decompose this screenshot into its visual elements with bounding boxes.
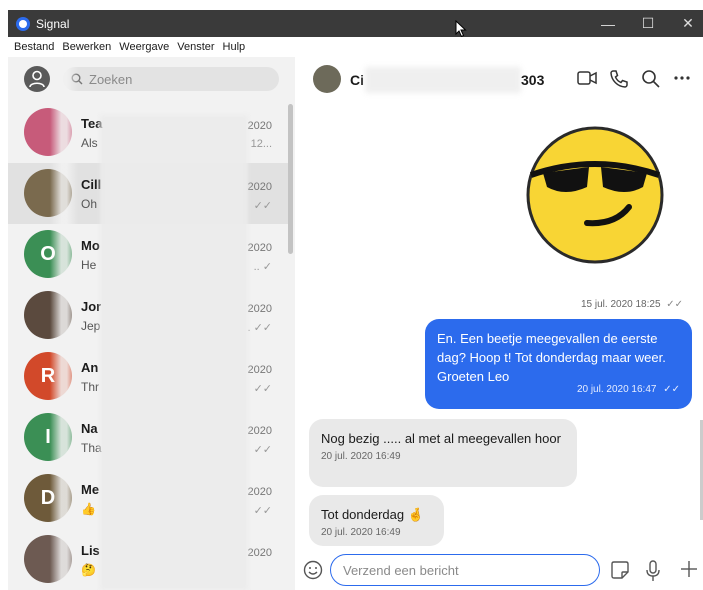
contact-avatar[interactable] — [313, 65, 341, 93]
conversation-date: 2020 — [247, 486, 272, 498]
conversation-date: 2020 — [247, 425, 272, 437]
emoji-icon[interactable] — [303, 560, 323, 580]
conversation-snippet: Jep — [81, 319, 101, 333]
close-button[interactable]: ✕ — [668, 10, 703, 37]
redaction-blur — [50, 57, 78, 590]
message-composer: Verzend een bericht — [295, 552, 703, 590]
conversation-date: 2020 — [247, 303, 272, 315]
message-time: 20 jul. 2020 16:49 — [321, 451, 401, 462]
window-title: Signal — [36, 16, 70, 31]
conversation-name: Jor — [81, 299, 102, 314]
conversation-snippet: Als — [81, 136, 98, 150]
sunglasses-sticker[interactable] — [525, 125, 665, 265]
menu-view[interactable]: Weergave — [119, 41, 169, 53]
contact-name[interactable]: Ci — [350, 72, 364, 88]
conversation-status: ✓✓ — [253, 383, 272, 395]
outgoing-message[interactable]: En. Een beetje meegevallen de eerste dag… — [425, 319, 692, 409]
conversation-date: 2020 — [247, 364, 272, 376]
message-input[interactable]: Verzend een bericht — [330, 554, 600, 586]
phone-icon[interactable] — [609, 69, 629, 89]
conversation-status: .. ✓ — [253, 261, 272, 273]
sticker-icon[interactable] — [610, 560, 630, 580]
profile-avatar[interactable] — [24, 66, 50, 92]
more-icon[interactable] — [673, 75, 691, 81]
menu-edit[interactable]: Bewerken — [62, 41, 111, 53]
conversation-status: ✓✓ — [253, 505, 272, 517]
conversation-snippet: Thr — [81, 380, 99, 394]
conversation-sidebar: Zoeken Tea Als 2020 12... Cill Oh 2020 ✓✓ O Mo He 2… — [8, 57, 295, 590]
menu-window[interactable]: Venster — [177, 41, 214, 53]
message-text: En. Een beetje meegevallen de eerste dag… — [437, 331, 666, 384]
conversation-status: 12... — [250, 138, 272, 150]
search-placeholder: Zoeken — [89, 71, 133, 87]
conversation-snippet: 🤔 — [81, 563, 96, 577]
maximize-button[interactable]: ☐ — [628, 10, 668, 37]
message-time-text: 20 jul. 2020 16:47 — [576, 384, 657, 395]
minimize-button[interactable]: — — [588, 10, 628, 37]
conversation-snippet: Oh — [81, 197, 98, 211]
conversation-snippet: 👍 — [81, 502, 96, 516]
chat-header: Ci 303 — [295, 57, 703, 102]
avatar-placeholder-icon — [29, 70, 45, 88]
message-time: 20 jul. 2020 16:47 ✓✓ — [577, 380, 680, 399]
conversation-status: ✓✓ — [253, 200, 272, 212]
message-time: 20 jul. 2020 16:49 — [321, 527, 401, 538]
plus-icon[interactable] — [680, 560, 698, 578]
conversation-date: 2020 — [247, 120, 272, 132]
conversation-date: 2020 — [247, 242, 272, 254]
sticker-timestamp: 15 jul. 2020 18:25 ✓✓ — [581, 299, 683, 310]
incoming-message[interactable]: Tot donderdag 🤞 20 jul. 2020 16:49 — [309, 495, 444, 546]
redaction-blur — [100, 115, 248, 590]
sticker-timestamp-text: 15 jul. 2020 18:25 — [581, 299, 661, 310]
conversation-name: Lis — [81, 543, 100, 558]
message-text: Nog bezig ..... al met al meegevallen ho… — [321, 431, 561, 446]
read-receipt-icon: ✓✓ — [663, 384, 680, 395]
contact-name-suffix: 303 — [521, 72, 545, 88]
conversation-status: . ✓✓ — [247, 322, 272, 334]
conversation-date: 2020 — [247, 547, 272, 559]
title-bar: Signal — ☐ ✕ — [8, 10, 703, 37]
menu-help[interactable]: Hulp — [223, 41, 246, 53]
microphone-icon[interactable] — [645, 560, 661, 582]
sidebar-scrollbar[interactable] — [288, 104, 293, 254]
conversation-snippet: Tha — [81, 441, 102, 455]
conversation-name: Mo — [81, 238, 100, 253]
message-text: Tot donderdag 🤞 — [321, 507, 424, 522]
read-receipt-icon: ✓✓ — [666, 299, 684, 310]
conversation-snippet: He — [81, 258, 97, 272]
signal-logo-icon — [16, 16, 30, 31]
conversation-status: ✓✓ — [253, 444, 272, 456]
message-input-placeholder: Verzend een bericht — [343, 562, 459, 578]
conversation-name: Na — [81, 421, 98, 436]
menu-bar: Bestand Bewerken Weergave Venster Hulp — [8, 37, 703, 57]
incoming-message[interactable]: Nog bezig ..... al met al meegevallen ho… — [309, 419, 577, 487]
video-call-icon[interactable] — [577, 69, 597, 87]
conversation-name: An — [81, 360, 99, 375]
search-input[interactable]: Zoeken — [63, 67, 279, 91]
chat-panel: Ci 303 15 jul. 2020 18:25 ✓✓ En. Een bee… — [295, 57, 703, 590]
mouse-cursor-icon — [455, 20, 467, 38]
conversation-name: Cill — [81, 177, 102, 192]
conversation-date: 2020 — [247, 181, 272, 193]
chat-search-icon[interactable] — [641, 69, 661, 89]
redaction-blur — [365, 67, 521, 93]
conversation-name: Me — [81, 482, 100, 497]
menu-file[interactable]: Bestand — [14, 41, 54, 53]
